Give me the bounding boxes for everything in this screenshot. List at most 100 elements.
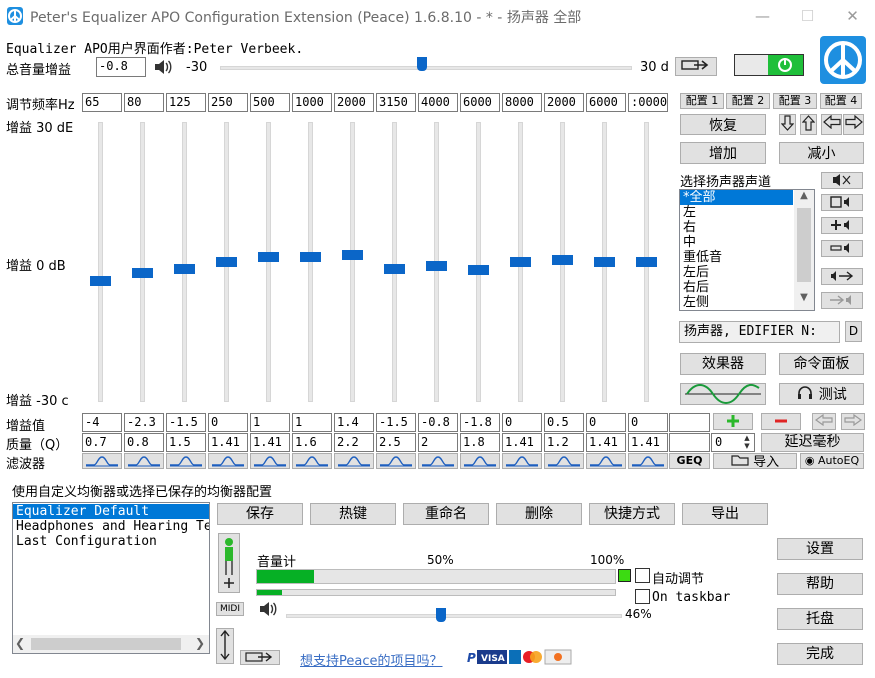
eq-slider-thumb[interactable] — [132, 268, 153, 278]
channel-item[interactable]: *全部 — [680, 190, 793, 205]
q-input[interactable]: 2 — [418, 433, 458, 452]
frequency-input[interactable]: 6000 — [586, 93, 626, 112]
hscroll-left-icon[interactable]: ❮ — [15, 636, 25, 650]
gain-input[interactable]: -1.5 — [376, 413, 416, 432]
gain-input[interactable]: 0.5 — [544, 413, 584, 432]
eq-slider-track[interactable] — [392, 122, 397, 402]
eq-slider-track[interactable] — [98, 122, 103, 402]
preset-button[interactable]: 配置 3 — [773, 93, 817, 109]
channel-swap-button[interactable] — [821, 268, 863, 285]
q-input[interactable]: 1.5 — [166, 433, 206, 452]
gain-input[interactable]: 0 — [208, 413, 248, 432]
q-input[interactable]: 1.41 — [586, 433, 626, 452]
maximize-button[interactable]: ☐ — [785, 0, 830, 32]
filter-button[interactable] — [166, 453, 206, 469]
config-item[interactable]: Equalizer Default — [13, 504, 209, 519]
volume-slider-track[interactable] — [286, 614, 622, 618]
power-toggle[interactable] — [734, 54, 804, 76]
scroll-down-icon[interactable]: ▼ — [794, 292, 814, 308]
q-input[interactable]: 2.2 — [334, 433, 374, 452]
filter-button[interactable] — [544, 453, 584, 469]
q-input[interactable]: 1.41 — [250, 433, 290, 452]
right-arrow-button[interactable] — [843, 114, 864, 135]
channel-list[interactable]: *全部左右中重低音 左后 右后 左侧 ▲ ▼ — [679, 189, 815, 311]
tray-button[interactable]: 托盘 — [777, 608, 863, 630]
filter-button[interactable] — [82, 453, 122, 469]
swap-config-button[interactable] — [240, 650, 280, 665]
q-extra-cell[interactable] — [669, 433, 710, 452]
frequency-input[interactable]: :0000 — [628, 93, 668, 112]
gain-input[interactable]: -2.3 — [124, 413, 164, 432]
eq-slider-thumb[interactable] — [90, 276, 111, 286]
down-arrow-button[interactable] — [779, 114, 796, 135]
q-input[interactable]: 0.7 — [82, 433, 122, 452]
frequency-input[interactable]: 65 — [82, 93, 122, 112]
filter-button[interactable] — [208, 453, 248, 469]
gain-input[interactable]: 1 — [250, 413, 290, 432]
frequency-input[interactable]: 2000 — [544, 93, 584, 112]
auto-adjust-checkbox[interactable] — [635, 568, 650, 583]
eq-slider-thumb[interactable] — [258, 252, 279, 262]
resize-button[interactable] — [216, 628, 234, 664]
mute-button[interactable] — [821, 172, 863, 189]
preset-button[interactable]: 配置 1 — [680, 93, 724, 109]
channel-item[interactable]: 右后 — [680, 280, 793, 295]
left-arrow-button[interactable] — [821, 114, 842, 135]
effects-button[interactable]: 效果器 — [680, 353, 766, 375]
filter-button[interactable] — [376, 453, 416, 469]
frequency-input[interactable]: 500 — [250, 93, 290, 112]
eq-slider-thumb[interactable] — [468, 265, 489, 275]
eq-slider-thumb[interactable] — [426, 261, 447, 271]
q-input[interactable]: 2.5 — [376, 433, 416, 452]
band-right-button[interactable] — [841, 413, 865, 430]
scroll-thumb[interactable] — [797, 208, 811, 282]
config-list-hscrollbar[interactable]: ❮ ❯ — [13, 635, 209, 653]
gain-input[interactable]: -0.8 — [418, 413, 458, 432]
gain-input[interactable]: 1 — [292, 413, 332, 432]
frequency-input[interactable]: 4000 — [418, 93, 458, 112]
test-button[interactable]: 测试 — [779, 383, 864, 405]
minimize-button[interactable]: — — [740, 0, 785, 32]
filter-button[interactable] — [124, 453, 164, 469]
autoeq-button[interactable]: ◉ AutoEQ — [800, 453, 864, 469]
channel-remove-button[interactable] — [821, 240, 863, 257]
hscroll-thumb[interactable] — [31, 638, 181, 650]
rename-button[interactable]: 重命名 — [403, 503, 489, 525]
filter-button[interactable] — [292, 453, 332, 469]
channel-item[interactable]: 左后 — [680, 265, 793, 280]
hotkey-button[interactable]: 热键 — [310, 503, 396, 525]
frequency-input[interactable]: 125 — [166, 93, 206, 112]
q-input[interactable]: 1.6 — [292, 433, 332, 452]
midi-button[interactable]: MIDI — [216, 602, 244, 616]
support-link[interactable]: 想支持Peace的项目吗？ — [300, 650, 443, 669]
device-select[interactable]: 扬声器, EDIFIER N: — [679, 321, 840, 343]
remove-band-button[interactable] — [761, 413, 801, 430]
frequency-input[interactable]: 1000 — [292, 93, 332, 112]
shortcut-button[interactable]: 快捷方式 — [589, 503, 675, 525]
channel-list-scrollbar[interactable]: ▲ ▼ — [794, 190, 814, 310]
increase-button[interactable]: 增加 — [680, 142, 766, 164]
q-input[interactable]: 1.8 — [460, 433, 500, 452]
eq-slider-track[interactable] — [140, 122, 145, 402]
eq-slider-thumb[interactable] — [510, 257, 531, 267]
export-button[interactable]: 导出 — [682, 503, 768, 525]
gain-input[interactable]: 0 — [502, 413, 542, 432]
eq-slider-thumb[interactable] — [300, 252, 321, 262]
decrease-button[interactable]: 减小 — [779, 142, 864, 164]
channel-copy-button[interactable] — [821, 292, 863, 309]
channel-item[interactable]: 中 — [680, 235, 793, 250]
eq-slider-thumb[interactable] — [174, 264, 195, 274]
up-arrow-button[interactable] — [800, 114, 817, 135]
done-button[interactable]: 完成 — [777, 643, 863, 665]
gain-input[interactable]: -1.5 — [166, 413, 206, 432]
preamp-slider-thumb[interactable] — [417, 57, 427, 71]
eq-slider-track[interactable] — [266, 122, 271, 402]
channel-item[interactable]: 右 — [680, 220, 793, 235]
delay-stepper-icon[interactable]: ▲ ▼ — [740, 434, 754, 451]
close-button[interactable]: ✕ — [830, 0, 875, 32]
save-button[interactable]: 保存 — [217, 503, 303, 525]
gain-input[interactable]: -4 — [82, 413, 122, 432]
graph-button[interactable] — [680, 383, 766, 405]
preset-button[interactable]: 配置 2 — [726, 93, 770, 109]
eq-slider-thumb[interactable] — [552, 255, 573, 265]
